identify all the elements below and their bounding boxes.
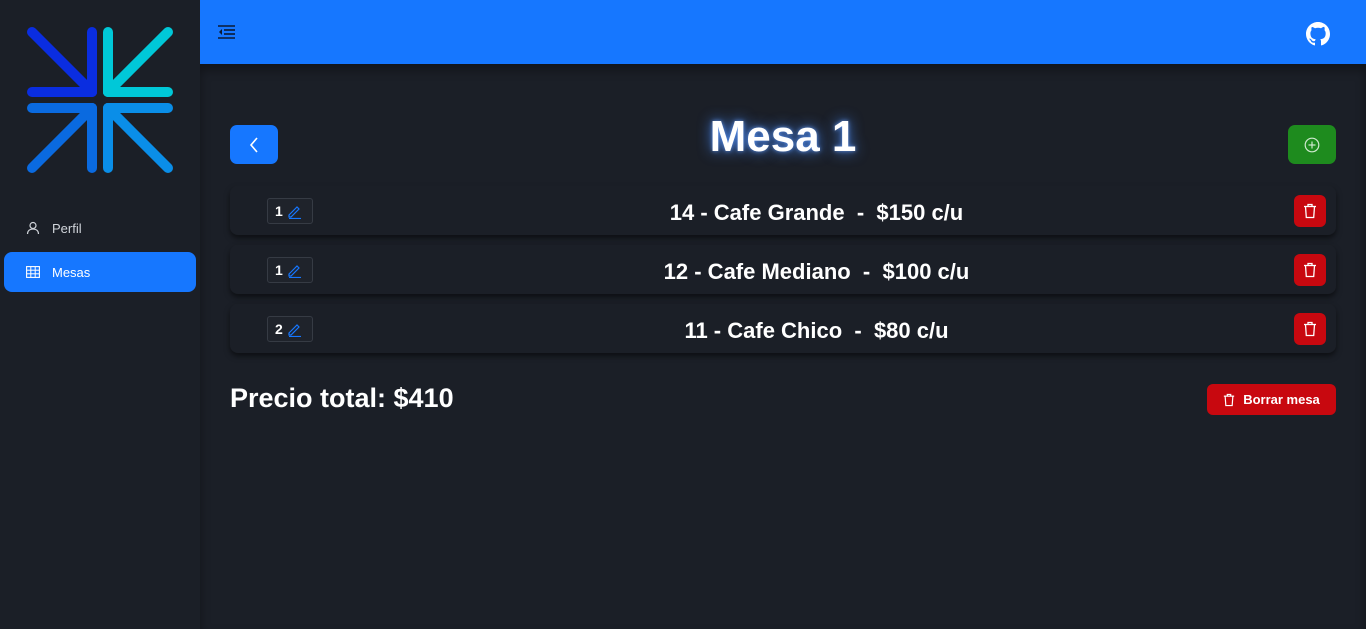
delete-item-button[interactable] [1294, 254, 1326, 286]
table-icon [26, 266, 40, 278]
sidebar-item-label: Mesas [52, 264, 91, 280]
order-item-price: $150 c/u [876, 200, 964, 225]
order-item-name: 11 - Cafe Chico [684, 318, 843, 343]
trash-icon [1224, 393, 1235, 406]
clear-table-button[interactable]: Borrar mesa [1207, 384, 1336, 415]
order-row: 1 14 - Cafe Grande - $150 c/u [230, 186, 1336, 235]
menu-fold-icon[interactable] [218, 25, 235, 39]
sidebar-item-perfil[interactable]: Perfil [4, 208, 196, 248]
order-row: 2 11 - Cafe Chico - $80 c/u [230, 304, 1336, 353]
sidebar: Perfil Mesas [0, 0, 200, 629]
delete-item-button[interactable] [1294, 195, 1326, 227]
order-item-price: $100 c/u [882, 259, 970, 284]
trash-icon [1304, 262, 1316, 278]
order-description: 11 - Cafe Chico - $80 c/u [684, 318, 949, 343]
order-item-price: $80 c/u [873, 318, 949, 343]
clear-table-label: Borrar mesa [1243, 392, 1320, 407]
github-icon[interactable] [1306, 22, 1330, 46]
order-row: 1 12 - Cafe Mediano - $100 c/u [230, 245, 1336, 294]
top-bar [200, 0, 1366, 64]
sidebar-item-mesas[interactable]: Mesas [4, 252, 196, 292]
page-title: Mesa 1 [709, 112, 857, 161]
total-price: Precio total: $410 [230, 383, 454, 413]
add-item-button[interactable] [1288, 125, 1336, 164]
order-list: 1 14 - Cafe Grande - $150 c/u 1 12 - Caf… [230, 186, 1336, 363]
order-description: 12 - Cafe Mediano - $100 c/u [663, 259, 970, 284]
sidebar-item-label: Perfil [52, 220, 82, 236]
trash-icon [1304, 203, 1316, 219]
order-description: 14 - Cafe Grande - $150 c/u [669, 200, 964, 225]
order-item-name: 14 - Cafe Grande [669, 200, 845, 225]
logo-icon [27, 27, 173, 173]
plus-circle-icon [1304, 137, 1320, 152]
main-content: Mesa 1 1 14 - Cafe Grande - $150 c/u 1 1… [200, 64, 1366, 629]
sidebar-nav: Perfil Mesas [4, 208, 196, 296]
delete-item-button[interactable] [1294, 313, 1326, 345]
order-item-name: 12 - Cafe Mediano [663, 259, 851, 284]
user-icon [26, 221, 40, 235]
trash-icon [1304, 321, 1316, 337]
